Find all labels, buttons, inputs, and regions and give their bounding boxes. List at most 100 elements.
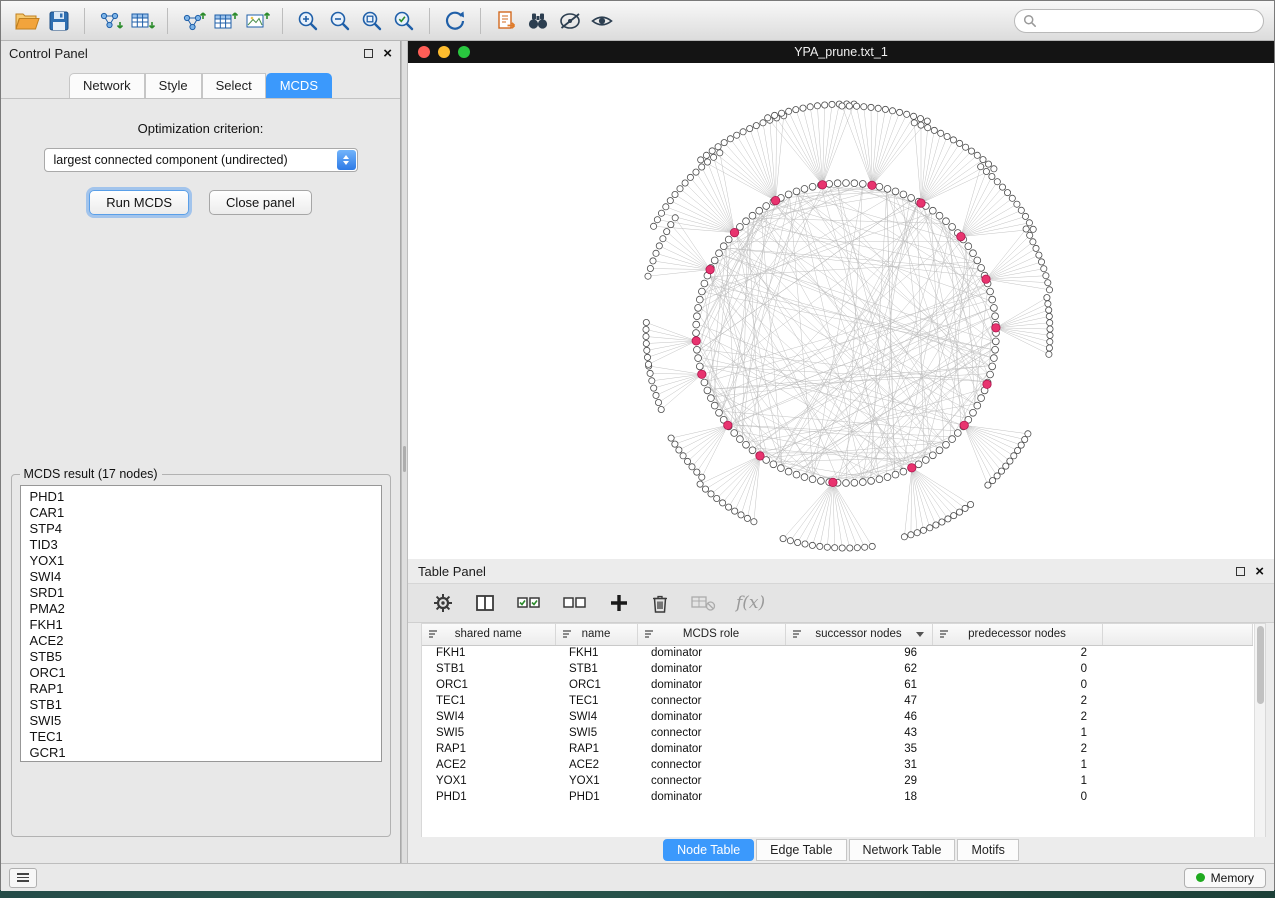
mcds-result-item[interactable]: PHD1 — [21, 489, 381, 505]
open-folder-icon — [14, 9, 40, 33]
mcds-result-item[interactable]: CAR1 — [21, 505, 381, 521]
run-mcds-button[interactable]: Run MCDS — [89, 190, 189, 215]
export-image-button[interactable] — [241, 5, 273, 37]
mcds-result-item[interactable]: GCR1 — [21, 745, 381, 761]
search-input[interactable] — [1042, 14, 1255, 28]
zoom-fit-button[interactable] — [356, 5, 388, 37]
table-row[interactable]: PHD1PHD1dominator180 — [422, 789, 1253, 805]
float-panel-icon[interactable] — [364, 49, 373, 58]
tab-mcds[interactable]: MCDS — [266, 73, 332, 98]
tab-motifs[interactable]: Motifs — [957, 839, 1018, 861]
table-scrollbar[interactable] — [1254, 624, 1265, 837]
function-builder-button[interactable]: f(x) — [736, 593, 765, 613]
float-table-panel-icon[interactable] — [1236, 567, 1245, 576]
table-row[interactable]: ORC1ORC1dominator610 — [422, 677, 1253, 693]
column-header-predecessor-nodes[interactable]: predecessor nodes — [932, 624, 1102, 645]
table-row[interactable]: FKH1FKH1dominator962 — [422, 645, 1253, 661]
table-row[interactable]: STB1STB1dominator620 — [422, 661, 1253, 677]
delete-column-button[interactable] — [650, 592, 670, 614]
import-table-button[interactable] — [126, 5, 158, 37]
open-session-button[interactable] — [11, 5, 43, 37]
network-window-titlebar[interactable]: YPA_prune.txt_1 — [408, 41, 1274, 63]
cell-role: dominator — [637, 789, 785, 805]
mcds-result-list[interactable]: PHD1CAR1STP4TID3YOX1SWI4SRD1PMA2FKH1ACE2… — [20, 485, 382, 762]
show-columns-button[interactable] — [474, 592, 496, 614]
cell-blank — [1102, 693, 1253, 709]
mcds-result-item[interactable]: TID3 — [21, 537, 381, 553]
column-header-name[interactable]: name — [555, 624, 637, 645]
table-row[interactable]: SWI4SWI4dominator462 — [422, 709, 1253, 725]
mcds-result-item[interactable]: SWI4 — [21, 569, 381, 585]
mcds-result-item[interactable]: STB5 — [21, 649, 381, 665]
export-table-button[interactable] — [209, 5, 241, 37]
control-panel-tabs: Network Style Select MCDS — [1, 73, 400, 99]
cell-successors: 18 — [785, 789, 932, 805]
cell-predecessors: 1 — [932, 773, 1102, 789]
table-row[interactable]: ACE2ACE2connector311 — [422, 757, 1253, 773]
mcds-result-item[interactable]: STP4 — [21, 521, 381, 537]
status-menu-button[interactable] — [9, 868, 37, 888]
table-row[interactable]: TEC1TEC1connector472 — [422, 693, 1253, 709]
panel-splitter[interactable] — [401, 41, 408, 863]
tab-style[interactable]: Style — [145, 73, 202, 98]
chevron-down-icon[interactable] — [916, 632, 924, 637]
show-hide-button[interactable] — [586, 5, 618, 37]
mcds-result-item[interactable]: RAP1 — [21, 681, 381, 697]
find-button[interactable] — [522, 5, 554, 37]
column-header-successor-nodes[interactable]: successor nodes — [785, 624, 932, 645]
window-zoom-icon[interactable] — [458, 46, 470, 58]
cell-blank — [1102, 709, 1253, 725]
column-header-mcds-role[interactable]: MCDS role — [637, 624, 785, 645]
window-close-icon[interactable] — [418, 46, 430, 58]
tab-network[interactable]: Network — [69, 73, 145, 98]
network-canvas[interactable] — [408, 63, 1274, 559]
export-network-button[interactable] — [177, 5, 209, 37]
deselect-all-button[interactable] — [562, 592, 588, 614]
table-settings-button[interactable] — [432, 592, 454, 614]
close-table-panel-icon[interactable]: × — [1255, 564, 1264, 579]
tab-network-table[interactable]: Network Table — [849, 839, 956, 861]
table-row[interactable]: SWI5SWI5connector431 — [422, 725, 1253, 741]
mcds-result-item[interactable]: ORC1 — [21, 665, 381, 681]
mcds-result-item[interactable]: TEC1 — [21, 729, 381, 745]
window-minimize-icon[interactable] — [438, 46, 450, 58]
mcds-result-item[interactable]: STB1 — [21, 697, 381, 713]
apply-layout-button[interactable] — [439, 5, 471, 37]
cell-role: connector — [637, 693, 785, 709]
select-all-button[interactable] — [516, 592, 542, 614]
table-row[interactable]: RAP1RAP1dominator352 — [422, 741, 1253, 757]
mcds-result-item[interactable]: PMA2 — [21, 601, 381, 617]
mcds-result-item[interactable]: FKH1 — [21, 617, 381, 633]
create-column-button[interactable] — [608, 592, 630, 614]
table-row[interactable]: YOX1YOX1connector291 — [422, 773, 1253, 789]
zoom-fit-icon — [360, 9, 384, 33]
cell-successors: 31 — [785, 757, 932, 773]
column-header-shared-name[interactable]: shared name — [422, 624, 555, 645]
memory-button[interactable]: Memory — [1184, 868, 1266, 888]
diff-networks-button[interactable] — [554, 5, 586, 37]
tab-edge-table[interactable]: Edge Table — [756, 839, 846, 861]
import-network-button[interactable] — [94, 5, 126, 37]
annotation-icon — [557, 9, 583, 33]
criterion-select[interactable]: largest connected component (undirected) — [44, 148, 358, 172]
save-session-button[interactable] — [43, 5, 75, 37]
criterion-selected-value: largest connected component (undirected) — [54, 153, 288, 167]
close-panel-icon[interactable]: × — [383, 46, 392, 61]
clear-table-button[interactable] — [690, 593, 716, 613]
network-graph[interactable] — [408, 63, 1274, 559]
tab-node-table[interactable]: Node Table — [663, 839, 754, 861]
mcds-result-item[interactable]: ACE2 — [21, 633, 381, 649]
clone-network-button[interactable] — [490, 5, 522, 37]
cell-shared_name: SWI5 — [422, 725, 555, 741]
tab-select[interactable]: Select — [202, 73, 266, 98]
mcds-result-item[interactable]: YOX1 — [21, 553, 381, 569]
close-panel-button[interactable]: Close panel — [209, 190, 312, 215]
cell-name: ORC1 — [555, 677, 637, 693]
mcds-result-item[interactable]: SRD1 — [21, 585, 381, 601]
scrollbar-thumb[interactable] — [1257, 626, 1264, 704]
zoom-in-button[interactable] — [292, 5, 324, 37]
mcds-result-item[interactable]: SWI5 — [21, 713, 381, 729]
zoom-out-button[interactable] — [324, 5, 356, 37]
zoom-selected-button[interactable] — [388, 5, 420, 37]
toolbar-separator — [84, 8, 85, 34]
